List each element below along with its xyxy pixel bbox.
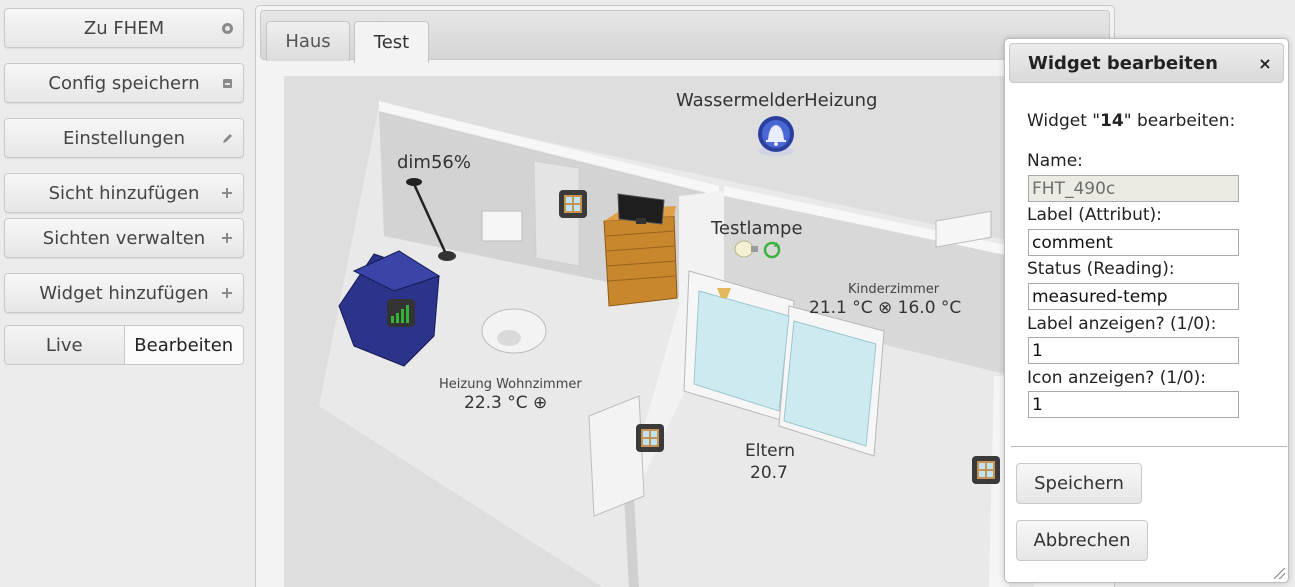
zu-fhem-label: Zu FHEM	[83, 17, 165, 39]
widget-edit-dialog: Widget bearbeiten × Widget "14" bearbeit…	[1004, 38, 1289, 583]
einstellungen-button[interactable]: Einstellungen	[4, 118, 244, 158]
heizung-label: Heizung Wohnzimmer	[439, 377, 582, 392]
config-speichern-button[interactable]: Config speichern	[4, 63, 244, 103]
einstellungen-label: Einstellungen	[62, 127, 186, 149]
window-icon[interactable]	[636, 424, 664, 452]
sichten-verwalten-label: Sichten verwalten	[42, 227, 206, 249]
plus-icon	[221, 187, 233, 199]
icon-anzeigen-field[interactable]: 1	[1028, 391, 1239, 418]
floorplan: WassermelderHeizung dim56% Testlampe Kin…	[284, 76, 1034, 587]
save-button[interactable]: Speichern	[1016, 463, 1142, 504]
config-speichern-label: Config speichern	[48, 72, 200, 94]
status-reading-label: Status (Reading):	[1027, 259, 1175, 279]
name-label: Name:	[1027, 151, 1083, 171]
dim-label: dim56%	[397, 152, 471, 173]
widget-id: 14	[1100, 111, 1124, 131]
dialog-divider	[1011, 446, 1287, 447]
status-reading-field[interactable]: measured-temp	[1028, 283, 1239, 310]
kinderzimmer-value[interactable]: 21.1 °C ⊗ 16.0 °C	[809, 298, 961, 318]
edit-icon	[221, 132, 233, 144]
lightbulb-icon[interactable]	[734, 238, 781, 260]
window-icon[interactable]	[559, 190, 587, 218]
plus-icon	[221, 232, 233, 244]
kinderzimmer-label: Kinderzimmer	[848, 282, 940, 297]
dialog-titlebar[interactable]: Widget bearbeiten ×	[1009, 43, 1284, 83]
sicht-hinzufuegen-label: Sicht hinzufügen	[48, 182, 200, 204]
widget-hinzufuegen-button[interactable]: Widget hinzufügen	[4, 273, 244, 313]
main-panel: Haus Test WassermelderHeizung dim56% Tes…	[255, 5, 1115, 587]
label-attribut-field[interactable]: comment	[1028, 229, 1239, 256]
label-anzeigen-field[interactable]: 1	[1028, 337, 1239, 364]
signal-strength-icon[interactable]	[387, 299, 415, 327]
live-mode-button[interactable]: Live	[4, 325, 125, 365]
label-attribut-label: Label (Attribut):	[1027, 205, 1162, 225]
bell-icon[interactable]	[754, 113, 798, 157]
tab-test[interactable]: Test	[354, 21, 429, 63]
window-icon[interactable]	[972, 456, 1000, 484]
widget-hinzufuegen-label: Widget hinzufügen	[39, 282, 209, 304]
heizung-value[interactable]: 22.3 °C ⊕	[464, 393, 547, 413]
dialog-intro: Widget "14" bearbeiten:	[1027, 111, 1235, 131]
mode-switch: Live Bearbeiten	[4, 325, 244, 365]
eltern-label: Eltern	[745, 441, 796, 461]
name-field: FHT_490c	[1028, 175, 1239, 202]
edit-mode-button[interactable]: Bearbeiten	[124, 325, 244, 365]
circle-icon	[221, 22, 233, 34]
label-anzeigen-label: Label anzeigen? (1/0):	[1027, 314, 1217, 334]
testlampe-label: Testlampe	[711, 218, 803, 239]
zu-fhem-button[interactable]: Zu FHEM	[4, 8, 244, 48]
tab-bar: Haus Test	[260, 10, 1110, 63]
cancel-button[interactable]: Abbrechen	[1016, 520, 1148, 561]
save-icon	[221, 77, 233, 89]
wassermelder-label: WassermelderHeizung	[676, 90, 878, 111]
close-icon[interactable]: ×	[1257, 54, 1273, 73]
intro-prefix: Widget "	[1027, 111, 1101, 131]
plus-icon	[221, 287, 233, 299]
resize-handle[interactable]	[1274, 568, 1285, 579]
tab-haus[interactable]: Haus	[266, 21, 350, 61]
icon-anzeigen-label: Icon anzeigen? (1/0):	[1027, 368, 1207, 388]
dialog-title: Widget bearbeiten	[1028, 52, 1218, 74]
sichten-verwalten-button[interactable]: Sichten verwalten	[4, 218, 244, 258]
sicht-hinzufuegen-button[interactable]: Sicht hinzufügen	[4, 173, 244, 213]
eltern-value[interactable]: 20.7	[750, 463, 788, 483]
intro-suffix: " bearbeiten:	[1123, 111, 1236, 131]
